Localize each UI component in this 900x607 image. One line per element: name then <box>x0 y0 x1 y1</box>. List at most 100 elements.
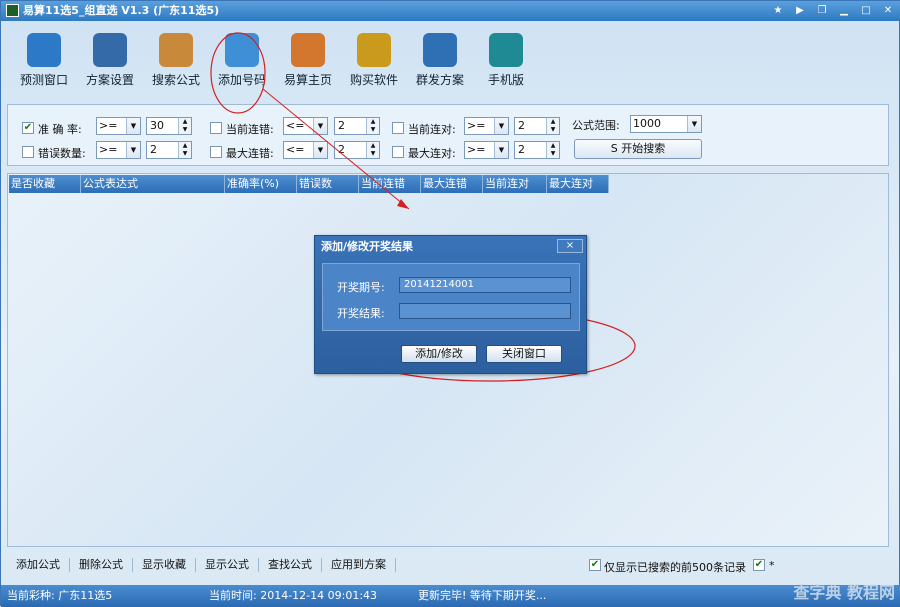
select-value: >= <box>99 119 118 132</box>
max-err-label: 最大连错: <box>226 147 274 160</box>
add-modify-button[interactable]: 添加/修改 <box>401 345 477 363</box>
spin-value: 2 <box>338 143 345 156</box>
play-icon[interactable]: ▶ <box>791 3 809 18</box>
period-input[interactable]: 20141214001 <box>399 277 571 293</box>
toolbar-predict[interactable]: 预测窗口 <box>11 21 77 95</box>
chevron-down-icon: ▼ <box>126 142 140 158</box>
watermark: 查字典 教程网 <box>793 583 895 602</box>
toolbar-add-number[interactable]: 添加号码 <box>209 21 275 95</box>
toolbar-buy[interactable]: 购买软件 <box>341 21 407 95</box>
toolbar-mobile[interactable]: 手机版 <box>473 21 539 95</box>
spin-arrows-icon[interactable]: ▲ ▼ <box>178 118 191 134</box>
maximize-button[interactable]: □ <box>857 3 875 18</box>
top500-label: 仅显示已搜索的前500条记录 <box>604 561 746 574</box>
grid-col-header[interactable]: 最大连对 <box>547 175 609 193</box>
toolbar-label: 群发方案 <box>415 73 464 87</box>
close-button[interactable]: ✕ <box>879 3 897 18</box>
app-window: 易算11选5_组直选 V1.3 (广东11选5) ★ ▶ ❐ ▁ □ ✕ 预测窗… <box>0 0 900 607</box>
max-err-op-select[interactable]: <= ▼ <box>283 141 328 159</box>
max-ok-spin[interactable]: 2 ▲ ▼ <box>514 141 560 159</box>
grid-col-header[interactable]: 准确率(%) <box>225 175 297 193</box>
phone-icon <box>489 33 523 67</box>
monitor-icon <box>93 33 127 67</box>
calculator-icon <box>159 33 193 67</box>
result-label: 开奖结果: <box>337 307 385 320</box>
max-ok-label: 最大连对: <box>408 147 456 160</box>
toolbar-home[interactable]: 易算主页 <box>275 21 341 95</box>
cur-err-label: 当前连错: <box>226 123 274 136</box>
spin-value: 30 <box>150 119 164 132</box>
dialog-close-icon[interactable]: × <box>557 239 583 253</box>
main-toolbar: 预测窗口 方案设置 搜索公式 添加号码 易算主页 购买软件 群发方案 手机版 <box>1 21 900 95</box>
grid-header: 是否收藏 公式表达式 准确率(%) 错误数 当前连错 最大连错 当前连对 最大连… <box>9 175 609 193</box>
result-input[interactable] <box>399 303 571 319</box>
close-window-button[interactable]: 关闭窗口 <box>486 345 562 363</box>
grid-col-header[interactable]: 当前连对 <box>483 175 547 193</box>
spin-arrows-icon[interactable]: ▲ ▼ <box>366 142 379 158</box>
spin-value: 2 <box>518 119 525 132</box>
cur-err-spin[interactable]: 2 ▲ ▼ <box>334 117 380 135</box>
add-formula-button[interactable]: 添加公式 <box>7 558 70 572</box>
grid-col-header[interactable]: 公式表达式 <box>81 175 225 193</box>
toolbar-label: 易算主页 <box>283 73 332 87</box>
max-ok-op-select[interactable]: >= ▼ <box>464 141 509 159</box>
folder-plus-icon <box>225 33 259 67</box>
cur-ok-label: 当前连对: <box>408 123 456 136</box>
cur-err-op-select[interactable]: <= ▼ <box>283 117 328 135</box>
show-formula-button[interactable]: 显示公式 <box>196 558 259 572</box>
restore-icon[interactable]: ❐ <box>813 3 831 18</box>
status-update: 更新完毕! 等待下期开奖... <box>418 589 547 602</box>
cur-ok-spin[interactable]: 2 ▲ ▼ <box>514 117 560 135</box>
spin-arrows-icon[interactable]: ▲ ▼ <box>178 142 191 158</box>
spin-value: 2 <box>338 119 345 132</box>
title-bar: 易算11选5_组直选 V1.3 (广东11选5) ★ ▶ ❐ ▁ □ ✕ <box>1 1 900 21</box>
range-select[interactable]: 1000 ▼ <box>630 115 702 133</box>
top500-checkbox[interactable]: ✔ <box>589 559 601 571</box>
select-value: >= <box>467 143 486 156</box>
chevron-down-icon: ▼ <box>313 118 327 134</box>
toolbar-broadcast[interactable]: 群发方案 <box>407 21 473 95</box>
start-search-button[interactable]: S 开始搜索 <box>574 139 702 159</box>
minimize-button[interactable]: ▁ <box>835 3 853 18</box>
grid-col-header[interactable]: 错误数 <box>297 175 359 193</box>
grid-col-header[interactable]: 当前连错 <box>359 175 421 193</box>
chevron-down-icon: ▼ <box>313 142 327 158</box>
grid-col-header[interactable]: 是否收藏 <box>9 175 81 193</box>
cur-ok-checkbox[interactable] <box>392 122 404 134</box>
errors-spin[interactable]: 2 ▲ ▼ <box>146 141 192 159</box>
errors-checkbox[interactable] <box>22 146 34 158</box>
toolbar-label: 预测窗口 <box>19 73 68 87</box>
max-err-spin[interactable]: 2 ▲ ▼ <box>334 141 380 159</box>
toolbar-label: 方案设置 <box>85 73 134 87</box>
toolbar-search-formula[interactable]: 搜索公式 <box>143 21 209 95</box>
spin-value: 2 <box>150 143 157 156</box>
window-title: 易算11选5_组直选 V1.3 (广东11选5) <box>23 4 220 17</box>
cur-err-checkbox[interactable] <box>210 122 222 134</box>
toolbar-plan-settings[interactable]: 方案设置 <box>77 21 143 95</box>
accuracy-spin[interactable]: 30 ▲ ▼ <box>146 117 192 135</box>
dialog-title: 添加/修改开奖结果 <box>321 240 414 253</box>
select-value: <= <box>286 143 305 156</box>
chevron-down-icon: ▼ <box>494 142 508 158</box>
spin-arrows-icon[interactable]: ▲ ▼ <box>546 118 559 134</box>
spin-value: 2 <box>518 143 525 156</box>
toolbar-label: 添加号码 <box>217 73 266 87</box>
max-ok-checkbox[interactable] <box>392 146 404 158</box>
status-bar: 当前彩种: 广东11选5 当前时间: 2014-12-14 09:01:43 更… <box>1 585 900 607</box>
find-formula-button[interactable]: 查找公式 <box>259 558 322 572</box>
spin-arrows-icon[interactable]: ▲ ▼ <box>366 118 379 134</box>
cur-ok-op-select[interactable]: >= ▼ <box>464 117 509 135</box>
accuracy-checkbox[interactable]: ✔ <box>22 122 34 134</box>
errors-op-select[interactable]: >= ▼ <box>96 141 141 159</box>
star-icon[interactable]: ★ <box>769 3 787 18</box>
max-err-checkbox[interactable] <box>210 146 222 158</box>
second-checkbox[interactable]: ✔ <box>753 559 765 571</box>
show-favorites-button[interactable]: 显示收藏 <box>133 558 196 572</box>
toolbar-label: 搜索公式 <box>151 73 200 87</box>
status-time: 当前时间: 2014-12-14 09:01:43 <box>209 589 378 602</box>
apply-to-plan-button[interactable]: 应用到方案 <box>322 558 396 572</box>
grid-col-header[interactable]: 最大连错 <box>421 175 483 193</box>
spin-arrows-icon[interactable]: ▲ ▼ <box>546 142 559 158</box>
accuracy-op-select[interactable]: >= ▼ <box>96 117 141 135</box>
delete-formula-button[interactable]: 删除公式 <box>70 558 133 572</box>
